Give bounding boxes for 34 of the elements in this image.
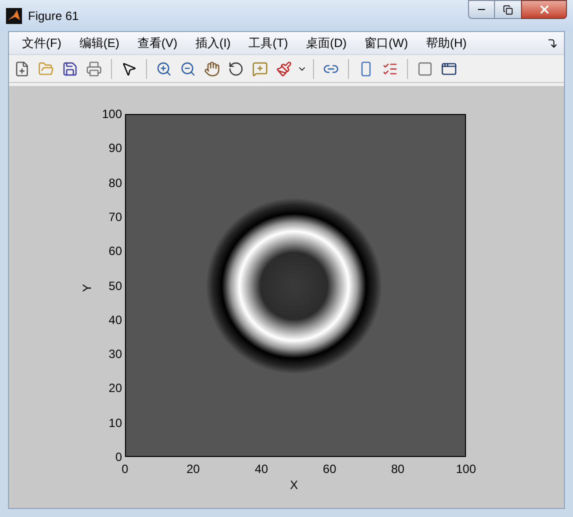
- y-axis-label: Y: [79, 284, 95, 292]
- x-tick-label: 80: [391, 461, 404, 478]
- x-axis-label: X: [290, 477, 298, 494]
- x-tick-label: 60: [322, 461, 336, 478]
- menu-item[interactable]: 查看(V): [128, 34, 186, 52]
- menu-item[interactable]: 插入(I): [186, 34, 240, 52]
- menu-item[interactable]: 文件(F): [13, 34, 70, 52]
- x-tick-label: 100: [456, 461, 476, 478]
- maximize-icon: [503, 4, 513, 14]
- x-tick-label: 20: [186, 461, 200, 478]
- y-tick-label: 20: [108, 380, 122, 398]
- y-tick-label: 100: [102, 106, 122, 123]
- y-tick-label: 10: [108, 414, 122, 432]
- y-tick-label: 0: [115, 449, 122, 466]
- y-tick-label: 60: [108, 243, 122, 260]
- menu-item[interactable]: 窗口(W): [356, 34, 417, 52]
- menu-item[interactable]: 编辑(E): [70, 34, 128, 52]
- x-tick-label: 40: [254, 461, 268, 478]
- app-logo-icon: [6, 8, 22, 24]
- maximize-button[interactable]: [495, 0, 521, 19]
- close-button[interactable]: [521, 0, 567, 19]
- y-tick-label: 40: [108, 312, 122, 329]
- y-tick-label: 90: [108, 140, 122, 158]
- menu-overflow-icon[interactable]: [547, 38, 558, 48]
- window-title: Figure 61: [28, 8, 79, 24]
- menu-item[interactable]: 帮助(H): [416, 34, 476, 52]
- y-tick-label: 50: [108, 278, 122, 294]
- y-tick-label: 30: [108, 346, 122, 364]
- y-tick-label: 70: [108, 208, 122, 226]
- close-icon: [538, 3, 550, 16]
- x-tick-label: 0: [122, 462, 128, 478]
- y-tick-label: 80: [108, 174, 122, 192]
- menu-item[interactable]: 桌面(D): [296, 34, 356, 52]
- menu-item[interactable]: 工具(T): [240, 34, 297, 52]
